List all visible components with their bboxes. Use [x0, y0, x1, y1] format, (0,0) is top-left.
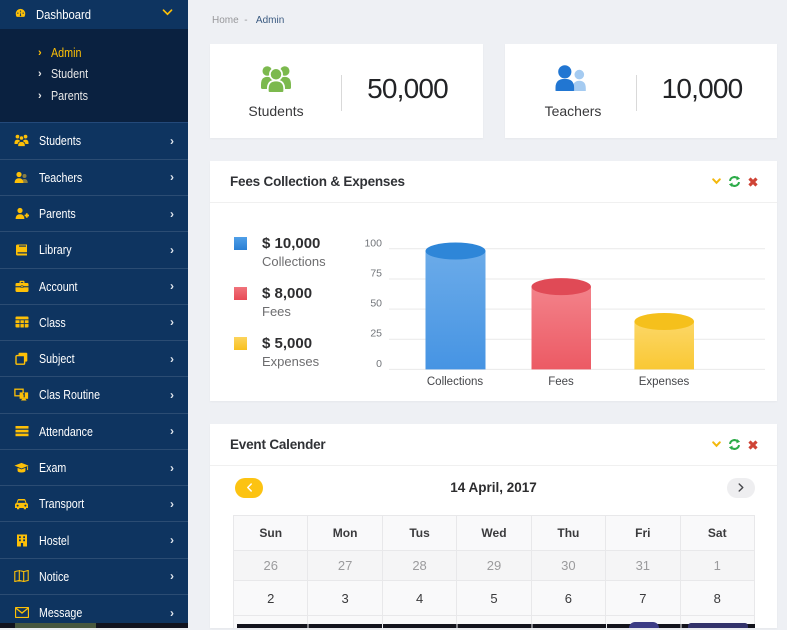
- svg-text:Fees: Fees: [548, 376, 574, 388]
- svg-text:25: 25: [370, 328, 382, 340]
- svg-text:50: 50: [370, 298, 382, 310]
- svg-text:100: 100: [364, 237, 382, 249]
- svg-text:Collections: Collections: [427, 376, 483, 388]
- svg-text:0: 0: [376, 358, 382, 370]
- svg-text:Expenses: Expenses: [639, 376, 690, 388]
- svg-text:75: 75: [370, 268, 382, 280]
